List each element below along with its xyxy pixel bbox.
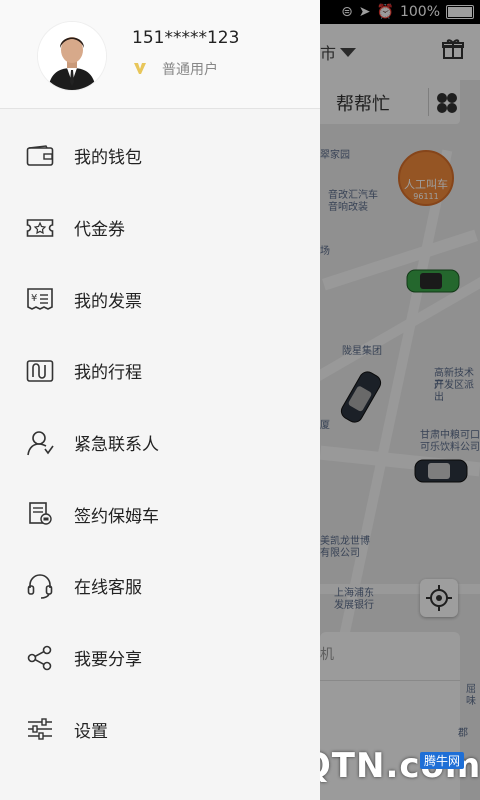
menu-item-emergency-contact[interactable]: 紧急联系人 bbox=[0, 407, 320, 479]
menu-item-customer-service[interactable]: 在线客服 bbox=[0, 550, 320, 622]
contract-car-icon bbox=[26, 500, 54, 528]
menu-item-invoice[interactable]: ¥ 我的发票 bbox=[0, 263, 320, 335]
vip-level-icon bbox=[134, 63, 146, 74]
menu-item-label: 在线客服 bbox=[74, 578, 142, 599]
menu-item-label: 设置 bbox=[74, 721, 108, 742]
menu-item-contract-car[interactable]: 签约保姆车 bbox=[0, 478, 320, 550]
menu-item-settings[interactable]: 设置 bbox=[0, 694, 320, 766]
user-level: 普通用户 bbox=[162, 62, 218, 78]
menu-item-label: 紧急联系人 bbox=[74, 435, 159, 456]
invoice-icon: ¥ bbox=[26, 285, 54, 313]
avatar[interactable] bbox=[38, 22, 106, 90]
share-icon bbox=[26, 644, 54, 672]
menu-item-share[interactable]: 我要分享 bbox=[0, 622, 320, 694]
wallet-icon bbox=[26, 142, 54, 170]
drawer-menu: 我的钱包 代金券 ¥ 我的发票 我的行程 紧急联系人 签约保姆车 在线客服 我要… bbox=[0, 120, 320, 765]
profile-header[interactable]: 151*****123 普通用户 bbox=[0, 0, 320, 109]
menu-item-label: 我的钱包 bbox=[74, 148, 142, 169]
menu-item-wallet[interactable]: 我的钱包 bbox=[0, 120, 320, 192]
menu-item-label: 我的行程 bbox=[74, 363, 142, 384]
menu-item-voucher[interactable]: 代金券 bbox=[0, 192, 320, 264]
emergency-contact-icon bbox=[26, 429, 54, 457]
user-avatar-icon bbox=[38, 22, 106, 90]
settings-icon bbox=[26, 715, 54, 743]
menu-item-label: 签约保姆车 bbox=[74, 506, 159, 527]
voucher-icon bbox=[26, 214, 54, 242]
drawer-scrim[interactable] bbox=[320, 0, 480, 800]
trip-icon bbox=[26, 357, 54, 385]
headset-icon bbox=[26, 572, 54, 600]
menu-item-label: 代金券 bbox=[74, 220, 125, 241]
menu-item-label: 我的发票 bbox=[74, 291, 142, 312]
watermark-sub: 腾牛网 bbox=[420, 752, 465, 769]
svg-text:¥: ¥ bbox=[31, 293, 37, 304]
menu-item-label: 我要分享 bbox=[74, 650, 142, 671]
menu-item-trips[interactable]: 我的行程 bbox=[0, 335, 320, 407]
user-phone: 151*****123 bbox=[132, 28, 240, 48]
navigation-drawer: 151*****123 普通用户 我的钱包 代金券 ¥ 我的发票 我的行程 紧急… bbox=[0, 0, 320, 800]
